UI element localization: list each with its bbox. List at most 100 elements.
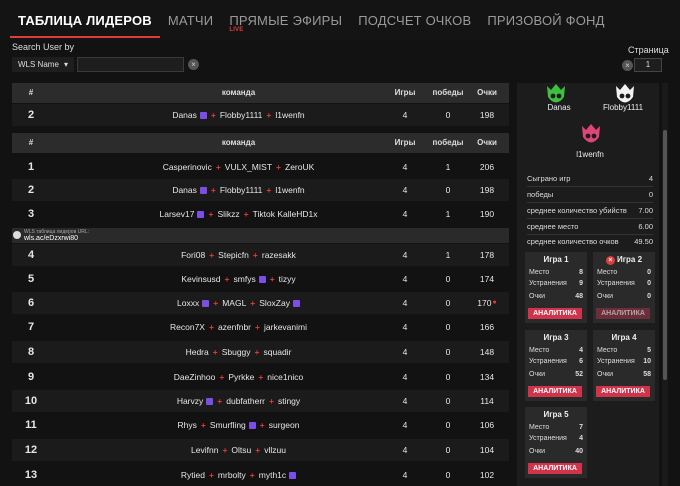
table-row[interactable]: 6 Loxxx + MAGL + SloxZay 4 0 170● [12,292,509,314]
url-value[interactable]: wls.ac/eDzxrwi80 [24,235,78,242]
player-name[interactable]: squadir [264,347,292,357]
tab-scoring[interactable]: ПОДСЧЕТ ОЧКОВ [350,0,479,40]
member-name[interactable]: Danas [529,103,589,112]
leaderboard-url-bar[interactable]: WLS таблица лидеров URL: wls.ac/eDzxrwi8… [12,228,509,243]
member-name[interactable]: l1wenfn [560,150,620,159]
search-input[interactable] [77,57,184,72]
player-name[interactable]: mrbolty [218,470,246,480]
tab-prize-pool[interactable]: ПРИЗОВОЙ ФОНД [479,0,612,40]
player-name[interactable]: razesakk [262,250,296,260]
player-name[interactable]: Rhys [178,420,197,430]
player-name[interactable]: Tiktok KalleHD1x [253,209,318,219]
clear-search-icon[interactable]: × [188,59,199,70]
player-name[interactable]: VULX_MIST [225,162,272,172]
tab-matches[interactable]: МАТЧИ [160,0,221,40]
player-name[interactable]: Slikzz [217,209,239,219]
team-points: 190 [479,209,495,219]
player-name[interactable]: stingy [278,396,300,406]
tab-leaderboard[interactable]: ТАБЛИЦА ЛИДЕРОВ [10,0,160,40]
table-row[interactable]: 10 Harvzy + dubfatherr + stingy 4 0 114 [12,390,509,412]
team-rank: 13 [24,469,38,481]
twitch-icon[interactable] [199,187,207,194]
table-row[interactable]: 13 Rytied + mrbolty + myth1c 4 0 102 [12,464,509,486]
player-name[interactable]: Harvzy [177,396,203,406]
player-name[interactable]: Flobby1111 [220,110,263,120]
twitch-icon[interactable] [197,211,205,218]
player-name[interactable]: Sbuggy [222,347,251,357]
twitch-icon[interactable] [248,422,256,429]
player-name[interactable]: nice1nico [267,372,303,382]
table-row[interactable]: 1 Casperinovic + VULX_MIST + ZeroUK 4 1 206 [12,156,509,178]
table-row[interactable]: 8 Hedra + Sbuggy + squadir 4 0 148 [12,341,509,363]
analytics-button[interactable]: АНАЛИТИКА [528,463,582,474]
player-name[interactable]: Flobby1111 [220,185,263,195]
player-name[interactable]: MAGL [222,298,246,308]
game-stat-row: Очки 40 [529,448,583,455]
twitch-icon[interactable] [289,472,297,479]
team-rank: 3 [27,208,35,220]
search-label: Search User by [12,42,75,52]
player-name[interactable]: jarkevanimi [264,322,307,332]
table-row[interactable]: 4 Fori08 + Stepicfn + razesakk 4 1 178 [12,244,509,266]
twitch-icon[interactable] [199,112,207,119]
analytics-button[interactable]: АНАЛИТИКА [528,308,582,319]
header-points: Очки [477,138,497,147]
tab-streams[interactable]: ПРЯМЫЕ ЭФИРЫ LIVE [221,0,350,40]
player-name[interactable]: Smurfling [210,420,246,430]
table-row[interactable]: 9 DaeZinhoo + Pyrkke + nice1nico 4 0 134 [12,366,509,388]
analytics-button[interactable]: АНАЛИТИКА [528,386,582,397]
twitch-icon[interactable] [258,276,266,283]
player-name[interactable]: dubfatherr [226,396,265,406]
table-row[interactable]: 12 Levifnn + Oltsu + vllzuu 4 0 104 [12,439,509,461]
player-name[interactable]: Fori08 [181,250,205,260]
player-name[interactable]: Hedra [186,347,209,357]
game-stat-label: Устранения [529,435,567,442]
team-points: 198 [479,185,495,195]
player-name[interactable]: Danas [172,185,197,195]
player-name[interactable]: ZeroUK [285,162,314,172]
player-name[interactable]: myth1c [259,470,286,480]
player-name[interactable]: Recon7X [170,322,205,332]
player-name[interactable]: Kevinsusd [181,274,220,284]
player-name[interactable]: Loxxx [177,298,199,308]
player-name[interactable]: l1wenfn [275,185,304,195]
twitch-icon[interactable] [292,300,300,307]
clear-page-icon[interactable]: × [622,60,633,71]
player-name[interactable]: surgeon [269,420,300,430]
plus-icon: + [252,250,258,260]
player-name[interactable]: DaeZinhoo [174,372,216,382]
player-name[interactable]: Casperinovic [163,162,212,172]
table-row[interactable]: 2 Danas + Flobby1111 + l1wenfn 4 0 198 [12,179,509,201]
plus-icon: + [210,185,216,195]
table-row[interactable]: 5 Kevinsusd + smfys + tizyy 4 0 174 [12,268,509,290]
twitch-icon[interactable] [206,398,214,405]
player-name[interactable]: Levifnn [191,445,218,455]
player-name[interactable]: smfys [234,274,256,284]
game-stat-value: 7 [579,424,583,431]
player-name[interactable]: Oltsu [231,445,251,455]
player-name[interactable]: azenfnbr [218,322,251,332]
table-row[interactable]: 11 Rhys + Smurfling + surgeon 4 0 106 [12,414,509,436]
player-name[interactable]: Danas [172,110,197,120]
player-name[interactable]: SloxZay [259,298,290,308]
member-name[interactable]: Flobby1111 [593,103,653,112]
player-name[interactable]: Pyrkke [228,372,254,382]
table-row[interactable]: 7 Recon7X + azenfnbr + jarkevanimi 4 0 166 [12,316,509,338]
page-input[interactable]: 1 [634,58,662,72]
twitch-icon[interactable] [202,300,210,307]
player-name[interactable]: tizyy [279,274,296,284]
player-name[interactable]: Larsev17 [160,209,195,219]
team-games: 4 [402,420,408,430]
analytics-button[interactable]: АНАЛИТИКА [596,386,650,397]
panel-scrollbar-thumb[interactable] [663,130,667,380]
player-name[interactable]: Stepicfn [218,250,249,260]
pinned-team-row[interactable]: 2 Danas + Flobby1111 + l1wenfn 4 0 198 [12,104,509,126]
player-name[interactable]: vllzuu [264,445,286,455]
game-title-text: Игра 2 [616,255,643,264]
search-by-select[interactable]: WLS Name ▾ [12,57,74,72]
table-row[interactable]: 3 Larsev17 + Slikzz + Tiktok KalleHD1x 4 1 190 [12,203,509,225]
player-name[interactable]: Rytied [181,470,205,480]
player-name[interactable]: l1wenfn [275,110,304,120]
stat-label: среднее место [527,222,579,231]
team-games: 4 [402,372,408,382]
